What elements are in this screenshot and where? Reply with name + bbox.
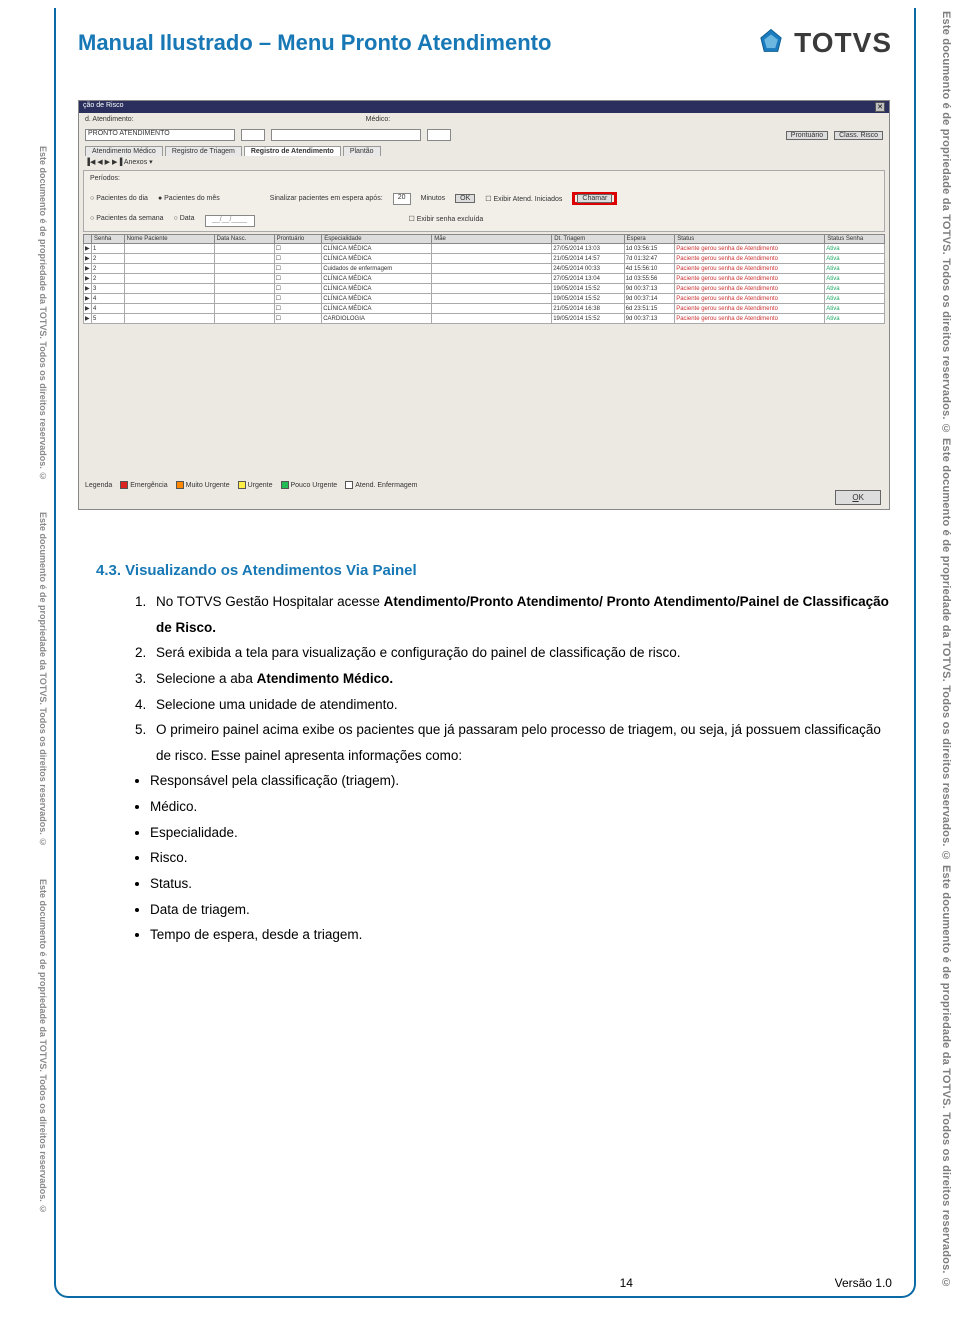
- page-title: Manual Ilustrado – Menu Pronto Atendimen…: [78, 30, 551, 56]
- medico-label: Médico:: [366, 116, 391, 123]
- version-label: Versão 1.0: [835, 1276, 892, 1290]
- table-row[interactable]: ▶2☐CLÍNICA MÉDICA27/05/2014 13:041d 03:5…: [84, 274, 885, 284]
- patients-table: Senha Nome Paciente Data Nasc. Prontuári…: [83, 234, 885, 324]
- table-row[interactable]: ▶5☐CARDIOLOGIA19/05/2014 15:529d 00:37:1…: [84, 314, 885, 324]
- date-field[interactable]: __/__/____: [205, 215, 255, 227]
- filter-panel: Períodos: Pacientes do dia Pacientes do …: [83, 170, 885, 232]
- bullet-list: Responsável pela classificação (triagem)…: [150, 768, 892, 947]
- logo-text: TOTVS: [794, 27, 892, 59]
- step-3: Selecione a aba Atendimento Médico.: [150, 666, 892, 692]
- class-risco-button[interactable]: Class. Risco: [834, 131, 883, 140]
- radio-semana[interactable]: Pacientes da semana: [90, 215, 164, 227]
- step-1: No TOTVS Gestão Hospitalar acesse Atendi…: [150, 589, 892, 640]
- check-senha-excluida[interactable]: Exibir senha excluída: [409, 215, 484, 227]
- chamar-highlight: Chamar: [572, 192, 617, 205]
- chamar-button[interactable]: Chamar: [577, 194, 612, 203]
- atendimento-label: d. Atendimento:: [85, 116, 134, 123]
- sinalizar-label: Sinalizar pacientes em espera após:: [270, 195, 383, 202]
- watermark-left: Este documento é de propriedade da TOTVS…: [32, 130, 48, 1230]
- totvs-logo-icon: [754, 26, 788, 60]
- table-row[interactable]: ▶3☐CLÍNICA MÉDICA19/05/2014 15:529d 00:3…: [84, 284, 885, 294]
- tab-registro-triagem[interactable]: Registro de Triagem: [165, 146, 242, 156]
- section-heading: 4.3. Visualizando os Atendimentos Via Pa…: [96, 562, 892, 579]
- check-atend-iniciados[interactable]: Exibir Atend. Iniciados: [485, 195, 562, 203]
- tab-plantao[interactable]: Plantão: [343, 146, 381, 156]
- table-row[interactable]: ▶1☐CLÍNICA MÉDICA27/05/2014 13:031d 03:5…: [84, 244, 885, 254]
- tab-atendimento-medico[interactable]: Atendimento Médico: [85, 146, 163, 156]
- watermark-right: Este documento é de propriedade da TOTVS…: [930, 10, 952, 1290]
- legend: Legenda Emergência Muito Urgente Urgente…: [85, 481, 417, 489]
- table-row[interactable]: ▶4☐CLÍNICA MÉDICA19/05/2014 15:529d 00:3…: [84, 294, 885, 304]
- page-number: 14: [620, 1276, 633, 1290]
- periodos-label: Períodos:: [90, 175, 878, 182]
- bullet-item: Risco.: [150, 845, 892, 871]
- bullet-item: Médico.: [150, 794, 892, 820]
- filter-ok-button[interactable]: OK: [455, 194, 475, 203]
- table-row[interactable]: ▶2☐CLÍNICA MÉDICA21/05/2014 14:577d 01:3…: [84, 254, 885, 264]
- table-row[interactable]: ▶4☐CLÍNICA MÉDICA21/05/2014 16:386d 23:5…: [84, 304, 885, 314]
- dialog-ok-button[interactable]: OK: [835, 490, 881, 505]
- atend-lookup[interactable]: [241, 129, 265, 141]
- radio-mes[interactable]: Pacientes do mês: [158, 195, 220, 202]
- bullet-item: Responsável pela classificação (triagem)…: [150, 768, 892, 794]
- logo: TOTVS: [754, 26, 892, 60]
- bullet-item: Status.: [150, 871, 892, 897]
- step-5: O primeiro painel acima exibe os pacient…: [150, 717, 892, 768]
- minutos-label: Minutos: [421, 195, 446, 202]
- prontuario-button[interactable]: Prontuário: [786, 131, 828, 140]
- window-titlebar: ção de Risco ✕: [79, 101, 889, 113]
- medico-lookup[interactable]: [427, 129, 451, 141]
- radio-dia[interactable]: Pacientes do dia: [90, 195, 148, 202]
- close-icon[interactable]: ✕: [875, 102, 885, 112]
- tabs: Atendimento Médico Registro de Triagem R…: [79, 144, 889, 156]
- bullet-item: Especialidade.: [150, 820, 892, 846]
- bullet-item: Data de triagem.: [150, 897, 892, 923]
- step-2: Será exibida a tela para visualização e …: [150, 640, 892, 666]
- legend-label: Legenda: [85, 482, 112, 489]
- page-footer: 14 Versão 1.0: [78, 1276, 892, 1290]
- step-4: Selecione uma unidade de atendimento.: [150, 692, 892, 718]
- atendimento-field[interactable]: PRONTO ATENDIMENTO: [85, 129, 235, 141]
- medico-field[interactable]: [271, 129, 421, 141]
- table-row[interactable]: ▶2☐Cuidados de enfermagem24/05/2014 00:3…: [84, 264, 885, 274]
- minutos-field[interactable]: 20: [393, 193, 411, 205]
- tab-registro-atendimento[interactable]: Registro de Atendimento: [244, 146, 341, 156]
- table-header-row: Senha Nome Paciente Data Nasc. Prontuári…: [84, 235, 885, 244]
- page-frame: Manual Ilustrado – Menu Pronto Atendimen…: [54, 8, 916, 1298]
- instruction-list: No TOTVS Gestão Hospitalar acesse Atendi…: [150, 589, 892, 768]
- embedded-screenshot: ção de Risco ✕ d. Atendimento: Médico: P…: [78, 100, 890, 510]
- radio-data[interactable]: Data: [174, 215, 195, 227]
- pager[interactable]: ▐◀ ◀ ▶ ▶▐ Anexos ▾: [79, 156, 889, 168]
- header: Manual Ilustrado – Menu Pronto Atendimen…: [78, 26, 892, 60]
- bullet-item: Tempo de espera, desde a triagem.: [150, 922, 892, 948]
